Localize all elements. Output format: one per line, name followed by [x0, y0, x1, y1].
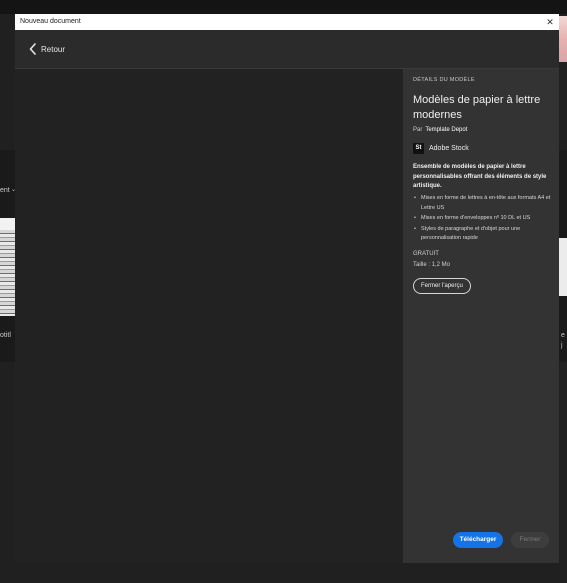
background-text-fragment: ent	[0, 187, 10, 194]
stock-source: St Adobe Stock	[413, 143, 469, 154]
dialog-title: Nouveau document	[20, 18, 81, 25]
byline: Par Template Depot	[413, 127, 467, 133]
template-details-panel: DÉTAILS DU MODÈLE Modèles de papier à le…	[403, 69, 559, 563]
close-preview-button[interactable]: Fermer l'aperçu	[413, 278, 471, 294]
close-button: Fermer	[511, 532, 549, 548]
dialog-titlebar: Nouveau document ✕	[15, 14, 559, 30]
by-prefix: Par	[413, 127, 423, 133]
background-thumbnail	[559, 238, 567, 296]
feature-list: Mises en forme de lettres à en-tête aux …	[413, 194, 553, 245]
background-text-fragment: j	[561, 342, 563, 349]
author-link[interactable]: Template Depot	[425, 127, 467, 133]
new-document-dialog: Nouveau document ✕ Retour DÉTAILS DU MOD…	[15, 14, 559, 563]
list-item: Styles de paragraphe et d'objet pour une…	[413, 225, 553, 244]
stock-name: Adobe Stock	[429, 145, 469, 152]
background-thumbnail	[559, 16, 567, 62]
chevron-left-icon	[29, 43, 36, 55]
file-size: Taille : 1,2 Mo	[413, 262, 451, 268]
list-item: Mises en forme d'enveloppes nº 10 DL et …	[413, 214, 553, 224]
template-title: Modèles de papier à lettre modernes	[413, 94, 541, 121]
close-icon[interactable]: ✕	[545, 14, 555, 30]
price-label: GRATUIT	[413, 251, 439, 257]
download-button[interactable]: Télécharger	[453, 532, 503, 548]
dialog-navbar: Retour	[15, 30, 559, 69]
section-label: DÉTAILS DU MODÈLE	[413, 77, 475, 83]
back-label: Retour	[41, 44, 66, 54]
background-text-fragment: otitl	[0, 332, 11, 339]
background-thumbnail	[0, 218, 15, 316]
adobe-stock-icon: St	[413, 143, 424, 154]
template-description: Ensemble de modèles de papier à lettre p…	[413, 164, 547, 189]
back-button[interactable]: Retour	[29, 41, 65, 57]
background-text-fragment: e	[561, 332, 565, 339]
template-preview-area	[15, 69, 403, 563]
list-item: Mises en forme de lettres à en-tête aux …	[413, 194, 553, 213]
background-topbar	[0, 0, 567, 14]
